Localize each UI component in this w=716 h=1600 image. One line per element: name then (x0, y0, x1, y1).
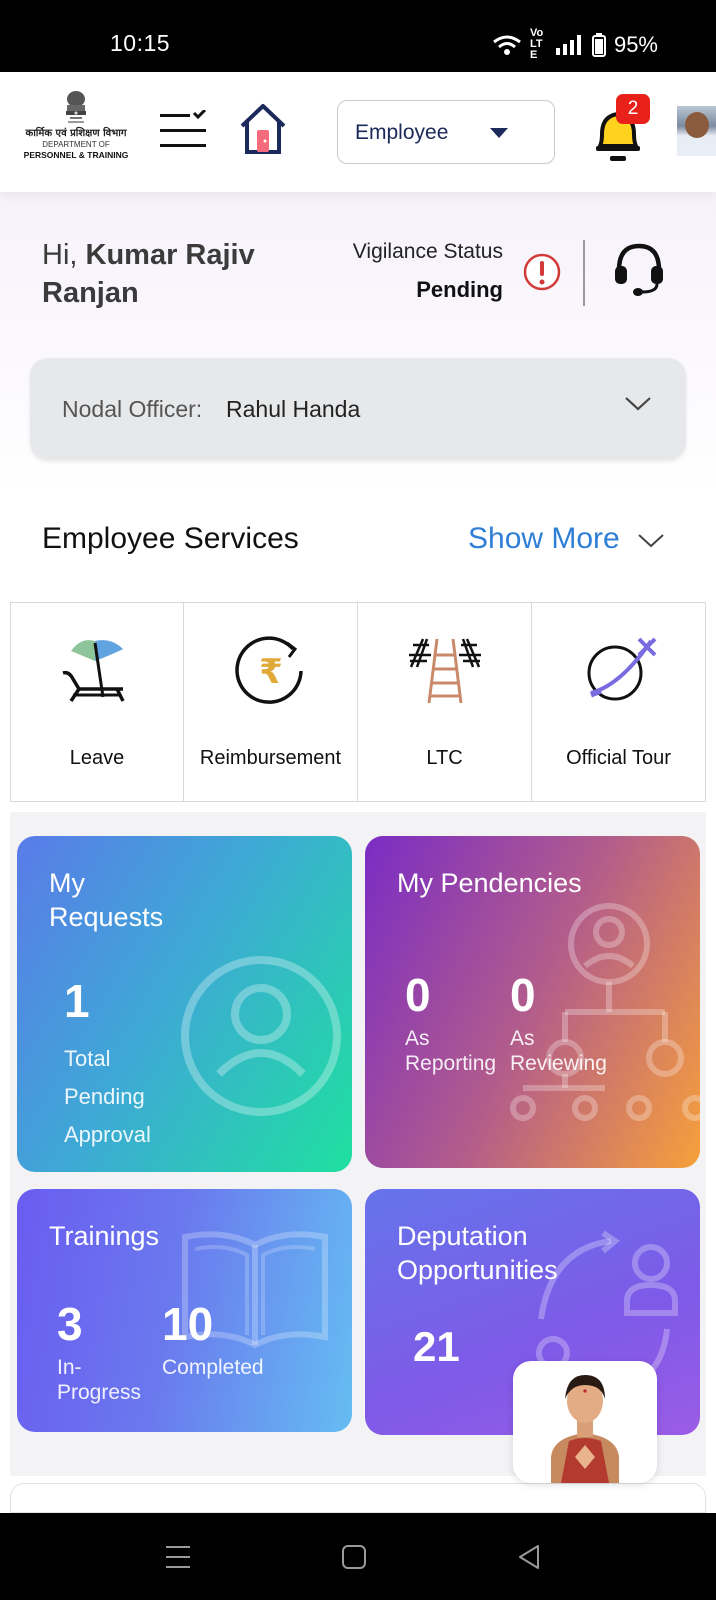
services-grid: Leave ₹ Reimbursement LTC Official Tour (10, 602, 706, 802)
nodal-officer-label: Nodal Officer: (62, 396, 203, 422)
exclamation-circle-icon (523, 253, 561, 291)
trainings-completed-label: Completed (162, 1356, 264, 1379)
home-icon (240, 104, 286, 154)
user-avatar[interactable] (677, 106, 716, 156)
status-bar: 10:15 VoLTE 95% (0, 0, 716, 72)
battery-percent: 95% (613, 31, 658, 57)
employee-services-title: Employee Services (42, 522, 299, 555)
trainings-in-progress-count: 3 (57, 1298, 83, 1350)
my-requests-title-line2: Requests (49, 902, 164, 932)
headset-icon (615, 243, 663, 296)
my-requests-title-line1: My (49, 868, 85, 898)
volte-icon: VoLTE (530, 28, 548, 61)
logo-dept-line1: DEPARTMENT OF (42, 140, 110, 149)
status-time: 10:15 (110, 30, 171, 56)
signal-icon (555, 34, 584, 55)
beach-umbrella-icon (62, 640, 125, 702)
service-label-leave: Leave (69, 747, 125, 769)
wifi-icon (492, 34, 522, 56)
app-header: कार्मिक एवं प्रशिक्षण विभाग DEPARTMENT O… (0, 72, 716, 192)
virtual-assistant-button[interactable] (513, 1361, 657, 1483)
chevron-down-icon[interactable] (637, 532, 665, 550)
deputation-title-line2: Opportunities (397, 1255, 558, 1285)
role-dropdown-value: Employee (355, 121, 449, 144)
battery-icon (591, 32, 606, 57)
my-requests-description: Total Pending Approval (64, 1040, 151, 1154)
ashoka-emblem-icon (66, 91, 86, 123)
network-label: VoLTE (529, 27, 544, 61)
pendencies-reviewing-label: As Reviewing (510, 1026, 607, 1076)
greeting-text: Hi, Kumar Rajiv Ranjan (42, 236, 322, 312)
deputation-title: Deputation Opportunities (397, 1219, 558, 1287)
deputation-count: 21 (413, 1323, 460, 1370)
menu-icon (160, 108, 207, 147)
notification-badge: 2 (616, 94, 650, 124)
home-nav-icon[interactable] (338, 1541, 370, 1573)
pendencies-reporting-count: 0 (405, 969, 431, 1021)
vertical-divider (583, 240, 585, 306)
role-dropdown[interactable]: Employee (337, 100, 555, 164)
pendencies-reviewing-line2: Reviewing (510, 1052, 607, 1075)
home-button[interactable] (238, 102, 288, 158)
service-label-reimbursement: Reimbursement (199, 747, 342, 769)
trainings-completed-count: 10 (162, 1298, 214, 1350)
trainings-title: Trainings (49, 1221, 160, 1251)
service-tile-reimbursement[interactable]: ₹ Reimbursement (184, 602, 358, 802)
service-label-official-tour: Official Tour (566, 747, 671, 769)
next-section-card (10, 1483, 706, 1513)
svg-text:₹: ₹ (259, 652, 283, 692)
pendencies-reporting-line2: Reporting (405, 1052, 497, 1075)
logo-hindi-text: कार्मिक एवं प्रशिक्षण विभाग (25, 128, 127, 139)
nodal-officer-name: Rahul Handa (226, 396, 361, 422)
service-label-ltc: LTC (426, 747, 463, 769)
globe-plane-icon (587, 637, 656, 701)
my-requests-card[interactable]: My Requests 1 Total Pending Approval (17, 836, 352, 1172)
show-more-link[interactable]: Show More (468, 522, 620, 556)
status-icons: VoLTE 95% (492, 28, 658, 61)
back-nav-icon[interactable] (514, 1541, 546, 1573)
deputation-title-line1: Deputation (397, 1221, 528, 1251)
trainings-in-progress-label: In- Progress (57, 1355, 141, 1405)
pendencies-reporting-line1: As (405, 1027, 430, 1050)
service-tile-leave[interactable]: Leave (10, 602, 184, 802)
dopt-logo[interactable]: कार्मिक एवं प्रशिक्षण विभाग DEPARTMENT O… (18, 90, 134, 174)
my-pendencies-title: My Pendencies (397, 868, 582, 898)
caret-down-icon (490, 128, 508, 138)
avatar-face (685, 112, 709, 138)
my-requests-desc-line1: Total (64, 1046, 111, 1071)
nodal-officer-panel[interactable]: Nodal Officer: Rahul Handa (30, 358, 686, 460)
vigilance-status-value: Pending (416, 277, 503, 302)
rupee-refresh-icon: ₹ (234, 636, 303, 704)
alert-button[interactable] (522, 252, 562, 292)
trainings-card[interactable]: Trainings 3 In- Progress 10 Completed (17, 1189, 352, 1432)
trainings-in-progress-line2: Progress (57, 1381, 142, 1404)
my-requests-title: My Requests (49, 866, 163, 934)
my-pendencies-card[interactable]: My Pendencies 0 As Reporting 0 As Review… (365, 836, 700, 1168)
my-requests-desc-line3: Approval (64, 1122, 151, 1147)
system-nav-bar (0, 1513, 716, 1600)
my-requests-count: 1 (64, 975, 90, 1027)
logo-dept-line2: PERSONNEL & TRAINING (23, 150, 129, 160)
vigilance-status-label: Vigilance Status (352, 240, 503, 263)
railway-track-icon (408, 638, 481, 704)
helpdesk-button[interactable] (612, 240, 666, 298)
pendencies-reviewing-count: 0 (510, 969, 536, 1021)
my-requests-desc-line2: Pending (64, 1084, 145, 1109)
trainings-in-progress-line1: In- (57, 1356, 82, 1379)
pendencies-reviewing-line1: As (510, 1027, 535, 1050)
avatar-shirt (677, 138, 716, 156)
menu-button[interactable] (158, 108, 208, 152)
service-tile-official-tour[interactable]: Official Tour (532, 602, 706, 802)
chevron-down-icon (625, 397, 651, 411)
user-circle-icon (181, 956, 341, 1116)
assistant-avatar-icon (551, 1375, 619, 1483)
recent-apps-icon[interactable] (162, 1541, 194, 1573)
greeting-prefix: Hi, (42, 239, 86, 271)
pendencies-reporting-label: As Reporting (405, 1026, 496, 1076)
service-tile-ltc[interactable]: LTC (358, 602, 532, 802)
